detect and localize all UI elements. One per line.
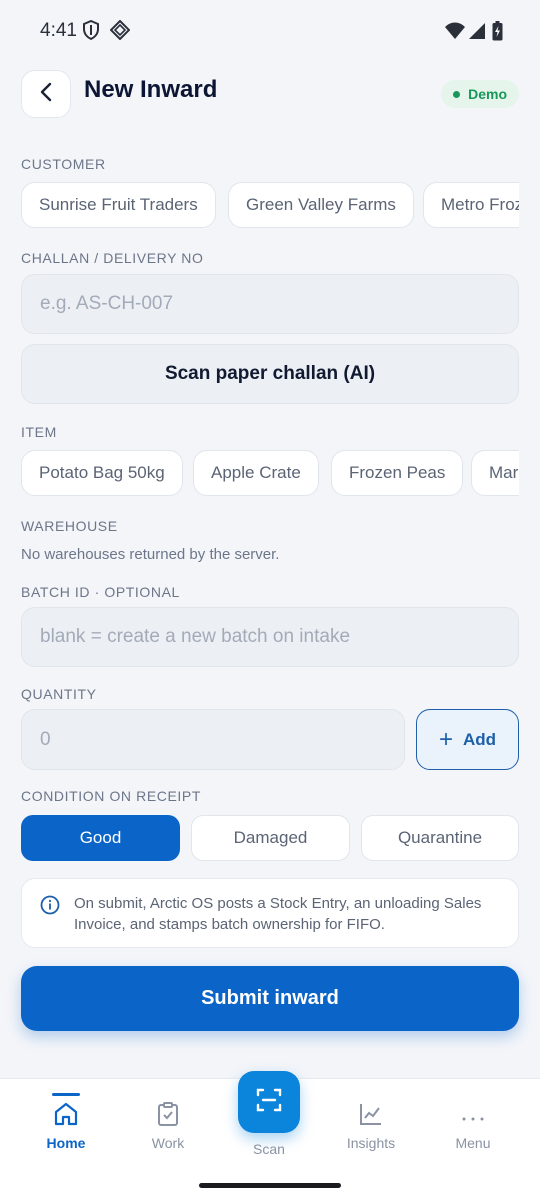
add-button-label: Add bbox=[462, 729, 497, 749]
page-title: New Inward bbox=[84, 76, 218, 103]
header: New Inward Demo bbox=[21, 70, 519, 118]
item-chip-row: Potato Bag 50kg Apple Crate Frozen Peas … bbox=[21, 450, 519, 498]
scan-icon bbox=[255, 1086, 283, 1119]
scan-challan-button[interactable]: Scan paper challan (AI) bbox=[21, 344, 519, 404]
active-indicator bbox=[52, 1093, 80, 1096]
item-chip[interactable]: Frozen Peas bbox=[331, 450, 464, 496]
nav-home[interactable]: Home bbox=[16, 1079, 116, 1159]
wifi-icon bbox=[444, 22, 466, 45]
status-time: 4:41 bbox=[40, 20, 77, 41]
submit-inward-button[interactable]: Submit inward bbox=[21, 966, 519, 1031]
nav-scan-button[interactable] bbox=[238, 1071, 300, 1133]
bottom-nav: Home Work Scan Insights Menu bbox=[0, 1071, 540, 1200]
back-button[interactable] bbox=[21, 70, 71, 118]
nav-insights-label: Insights bbox=[346, 1135, 396, 1151]
warehouse-empty-message: No warehouses returned by the server. bbox=[21, 546, 280, 563]
shield-icon bbox=[82, 19, 100, 45]
more-dots-icon bbox=[461, 1109, 485, 1127]
quantity-label: QUANTITY bbox=[21, 686, 97, 702]
challan-input[interactable]: e.g. AS-CH-007 bbox=[21, 274, 519, 334]
status-dot-icon bbox=[453, 90, 461, 98]
demo-badge: Demo bbox=[441, 80, 519, 108]
demo-badge-label: Demo bbox=[468, 86, 507, 102]
add-button[interactable]: + Add bbox=[416, 709, 519, 770]
quantity-input[interactable]: 0 bbox=[21, 709, 405, 770]
info-text: On submit, Arctic OS posts a Stock Entry… bbox=[74, 895, 482, 933]
clipboard-icon bbox=[156, 1101, 180, 1132]
challan-label: CHALLAN / DELIVERY NO bbox=[21, 250, 204, 266]
customer-chip[interactable]: Sunrise Fruit Traders bbox=[21, 182, 216, 228]
customer-label: CUSTOMER bbox=[21, 156, 106, 172]
home-icon bbox=[53, 1101, 79, 1132]
status-bar: 4:41 bbox=[0, 0, 540, 64]
batch-id-input[interactable]: blank = create a new batch on intake bbox=[21, 607, 519, 667]
signal-icon bbox=[468, 22, 486, 45]
condition-label: CONDITION ON RECEIPT bbox=[21, 788, 202, 804]
diamond-icon bbox=[109, 19, 131, 45]
nav-menu[interactable]: Menu bbox=[423, 1079, 523, 1159]
item-chip[interactable]: Mar bbox=[471, 450, 519, 496]
battery-icon bbox=[492, 21, 503, 46]
home-indicator bbox=[199, 1183, 341, 1188]
batch-label: BATCH ID · OPTIONAL bbox=[21, 584, 180, 600]
chevron-left-icon bbox=[39, 82, 53, 107]
plus-icon: + bbox=[438, 725, 453, 753]
info-icon bbox=[40, 895, 60, 920]
nav-work-label: Work bbox=[151, 1135, 185, 1151]
nav-home-label: Home bbox=[46, 1135, 86, 1151]
condition-good-button[interactable]: Good bbox=[21, 815, 180, 861]
condition-damaged-button[interactable]: Damaged bbox=[191, 815, 350, 861]
customer-chip[interactable]: Metro Froz bbox=[423, 182, 519, 228]
warehouse-label: WAREHOUSE bbox=[21, 518, 118, 534]
condition-quarantine-button[interactable]: Quarantine bbox=[361, 815, 519, 861]
customer-chip-row: Sunrise Fruit Traders Green Valley Farms… bbox=[21, 182, 519, 230]
nav-scan-label: Scan bbox=[253, 1141, 285, 1157]
item-chip[interactable]: Potato Bag 50kg bbox=[21, 450, 183, 496]
nav-insights[interactable]: Insights bbox=[321, 1079, 421, 1159]
nav-menu-label: Menu bbox=[455, 1135, 491, 1151]
customer-chip[interactable]: Green Valley Farms bbox=[228, 182, 414, 228]
nav-work[interactable]: Work bbox=[118, 1079, 218, 1159]
item-chip[interactable]: Apple Crate bbox=[193, 450, 319, 496]
info-box: On submit, Arctic OS posts a Stock Entry… bbox=[21, 878, 519, 948]
chart-line-icon bbox=[358, 1101, 384, 1132]
item-label: ITEM bbox=[21, 424, 57, 440]
